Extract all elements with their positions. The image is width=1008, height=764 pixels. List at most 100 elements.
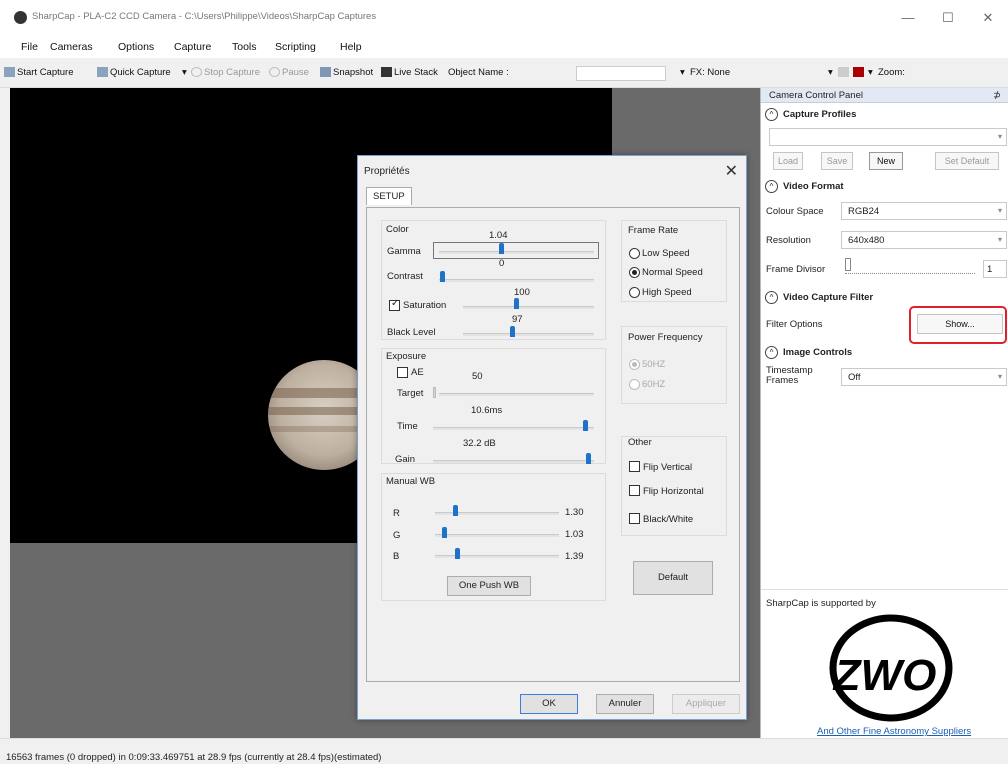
contrast-slider[interactable] — [439, 279, 594, 282]
new-profile-button[interactable]: New — [869, 152, 903, 170]
supported-by-label: SharpCap is supported by — [766, 598, 876, 609]
zoom-dropdown-icon[interactable]: ▾ — [868, 67, 873, 78]
dialog-close-button[interactable]: ✕ — [725, 161, 738, 181]
power-frequency-group-label: Power Frequency — [627, 332, 704, 343]
status-bar: 16563 frames (0 dropped) in 0:09:33.4697… — [0, 738, 1008, 764]
b-slider-thumb[interactable] — [455, 548, 460, 559]
ae-checkbox[interactable] — [397, 367, 408, 378]
left-edge — [0, 88, 10, 738]
capture-profile-select[interactable]: ▾ — [769, 128, 1007, 146]
g-slider[interactable] — [435, 534, 559, 537]
flip-horizontal-checkbox[interactable] — [629, 485, 640, 496]
fx-dropdown-icon[interactable]: ▾ — [680, 67, 685, 78]
low-speed-radio[interactable] — [629, 248, 640, 259]
r-slider-thumb[interactable] — [453, 505, 458, 516]
colour-space-select[interactable]: RGB24 ▾ — [841, 202, 1007, 220]
color-dropdown-icon[interactable]: ▾ — [828, 67, 833, 78]
color-group-label: Color — [385, 224, 410, 235]
menu-cameras[interactable]: Cameras — [50, 41, 93, 53]
menu-file[interactable]: File — [21, 41, 38, 53]
cancel-button[interactable]: Annuler — [596, 694, 654, 714]
black-level-slider-thumb[interactable] — [510, 326, 515, 337]
start-capture-button[interactable]: Start Capture — [17, 67, 74, 78]
high-speed-radio[interactable] — [629, 287, 640, 298]
menu-capture[interactable]: Capture — [174, 41, 211, 53]
black-level-slider[interactable] — [463, 333, 594, 336]
load-profile-button[interactable]: Load — [773, 152, 803, 170]
60hz-radio[interactable] — [629, 379, 640, 390]
window-title: SharpCap - PLA-C2 CCD Camera - C:\Users\… — [32, 11, 377, 22]
zoom-label[interactable]: Zoom: — [878, 67, 905, 78]
menu-scripting[interactable]: Scripting — [275, 41, 316, 53]
gain-slider[interactable] — [433, 460, 594, 463]
timestamp-frames-label: Timestamp Frames — [766, 365, 813, 386]
divider — [761, 589, 1008, 590]
resolution-select[interactable]: 640x480 ▾ — [841, 231, 1007, 249]
time-slider-thumb[interactable] — [583, 420, 588, 431]
snapshot-button[interactable]: Snapshot — [333, 67, 373, 78]
save-profile-button[interactable]: Save — [821, 152, 853, 170]
g-slider-thumb[interactable] — [442, 527, 447, 538]
saturation-slider-thumb[interactable] — [514, 298, 519, 309]
flip-vertical-checkbox[interactable] — [629, 461, 640, 472]
grey-swatch-icon[interactable] — [838, 67, 849, 77]
one-push-wb-button[interactable]: One Push WB — [447, 576, 531, 596]
saturation-slider[interactable] — [463, 306, 594, 309]
frame-rate-group-label: Frame Rate — [627, 225, 680, 236]
menu-help[interactable]: Help — [340, 41, 362, 53]
contrast-slider-thumb[interactable] — [440, 271, 445, 282]
gamma-slider[interactable] — [439, 251, 594, 254]
quick-capture-button[interactable]: Quick Capture — [110, 67, 171, 78]
live-stack-icon — [381, 67, 392, 77]
quick-capture-dropdown-icon[interactable]: ▾ — [182, 67, 187, 78]
chevron-down-icon: ▾ — [997, 132, 1002, 141]
saturation-checkbox[interactable] — [389, 298, 400, 311]
black-white-checkbox[interactable] — [629, 513, 640, 524]
sponsor-link[interactable]: And Other Fine Astronomy Suppliers — [817, 726, 971, 737]
collapse-icon: ^ — [765, 108, 778, 121]
stop-capture-button[interactable]: Stop Capture — [204, 67, 260, 78]
gamma-slider-thumb[interactable] — [499, 243, 504, 254]
pause-button[interactable]: Pause — [282, 67, 309, 78]
show-filter-button[interactable]: Show... — [917, 314, 1003, 334]
gain-slider-thumb[interactable] — [586, 453, 591, 464]
time-slider[interactable] — [433, 427, 594, 430]
timestamp-frames-select[interactable]: Off ▾ — [841, 368, 1007, 386]
set-default-profile-button[interactable]: Set Default — [935, 152, 999, 170]
menu-tools[interactable]: Tools — [232, 41, 257, 53]
minimize-button[interactable]: — — [896, 8, 920, 28]
zwo-logo-text: ZWO — [832, 651, 937, 700]
slider-thumb[interactable] — [845, 258, 851, 271]
pin-icon[interactable]: ⊅ — [993, 90, 1001, 101]
maximize-button[interactable]: ☐ — [936, 8, 960, 28]
frame-divisor-input[interactable]: 1 — [983, 260, 1007, 278]
object-name-input[interactable] — [576, 66, 666, 81]
other-group-label: Other — [627, 437, 653, 448]
chevron-down-icon: ▾ — [997, 372, 1002, 381]
50hz-radio[interactable] — [629, 359, 640, 370]
ok-button[interactable]: OK — [520, 694, 578, 714]
60hz-label: 60HZ — [642, 379, 666, 390]
contrast-label: Contrast — [387, 271, 423, 282]
gain-label: Gain — [395, 454, 416, 465]
fx-selector[interactable]: FX: None — [690, 67, 730, 78]
tab-setup[interactable]: SETUP — [366, 187, 412, 205]
b-slider[interactable] — [435, 555, 559, 558]
live-stack-button[interactable]: Live Stack — [394, 67, 438, 78]
close-window-button[interactable]: ✕ — [976, 8, 1000, 28]
time-label: Time — [397, 421, 418, 432]
normal-speed-radio[interactable] — [629, 267, 640, 278]
target-slider-thumb[interactable] — [433, 387, 436, 398]
apply-button[interactable]: Appliquer — [672, 694, 740, 714]
menu-options[interactable]: Options — [118, 41, 154, 53]
target-slider[interactable] — [439, 393, 594, 396]
zwo-logo[interactable]: ZWO — [811, 612, 961, 722]
g-value: 1.03 — [565, 529, 584, 540]
frame-divisor-slider[interactable] — [845, 258, 975, 274]
red-swatch-icon[interactable] — [853, 67, 864, 77]
frame-divisor-label: Frame Divisor — [766, 264, 826, 275]
default-button[interactable]: Default — [633, 561, 713, 595]
camera-control-panel: Camera Control Panel ⊅ ^ Capture Profile… — [760, 88, 1008, 738]
gamma-value: 1.04 — [489, 230, 508, 241]
colour-space-label: Colour Space — [766, 206, 824, 217]
